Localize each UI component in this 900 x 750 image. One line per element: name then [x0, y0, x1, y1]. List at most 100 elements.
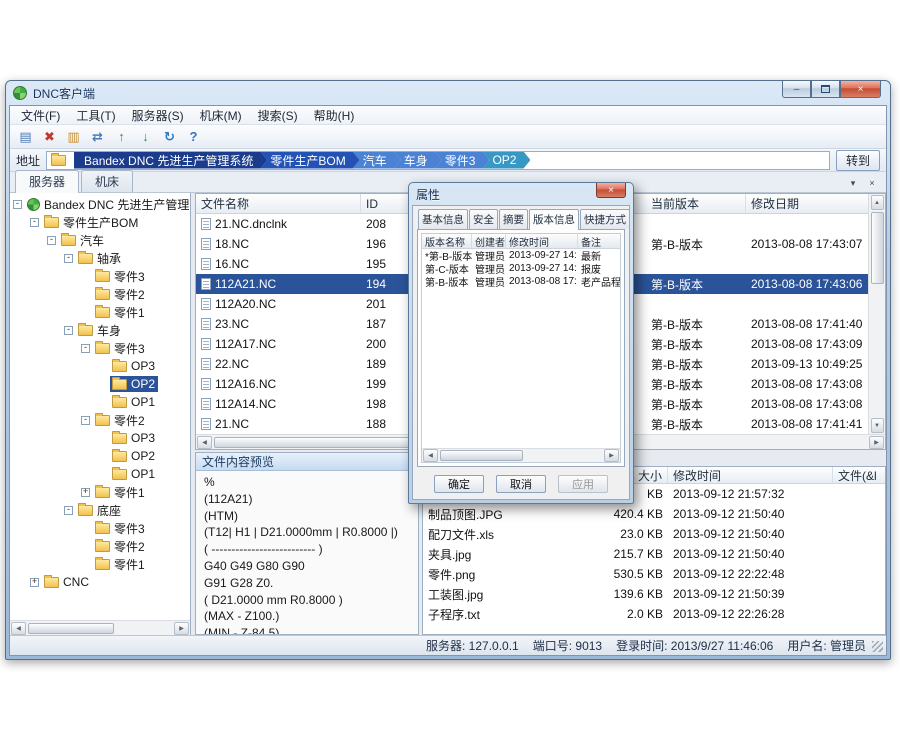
expand-toggle-icon[interactable]	[81, 488, 90, 497]
tree-item[interactable]: 底座	[10, 501, 190, 519]
dialog-tab[interactable]: 基本信息	[418, 209, 468, 229]
tree-item[interactable]: OP3	[10, 429, 190, 447]
breadcrumb-segment[interactable]: 零件生产BOM	[260, 152, 359, 169]
scroll-thumb[interactable]	[871, 212, 884, 284]
dialog-button[interactable]: 确定	[434, 475, 484, 493]
tree-item[interactable]: 零件3	[10, 519, 190, 537]
minimize-button[interactable]: –	[782, 81, 811, 98]
expand-toggle-icon[interactable]	[81, 344, 90, 353]
column-header-date[interactable]: 修改日期	[746, 194, 868, 213]
dialog-tab[interactable]: 版本信息	[529, 209, 579, 230]
tree-item[interactable]: OP2	[10, 447, 190, 465]
attachment-row[interactable]: 子程序.txt 2.0 KB 2013-09-12 22:26:28	[423, 604, 885, 624]
menu-item[interactable]: 帮助(H)	[306, 106, 363, 125]
go-button[interactable]: 转到	[836, 150, 880, 171]
breadcrumb-segment[interactable]: 车身	[394, 152, 442, 169]
view-tab[interactable]: 机床	[81, 170, 133, 192]
tree-item[interactable]: 零件2	[10, 411, 190, 429]
expand-toggle-icon[interactable]	[30, 578, 39, 587]
help-icon[interactable]: ?	[183, 127, 204, 147]
address-field[interactable]: Bandex DNC 先进生产管理系统零件生产BOM汽车车身零件3OP2	[46, 151, 830, 170]
tree-horizontal-scrollbar[interactable]	[10, 620, 190, 635]
tree-item[interactable]: OP2	[10, 375, 190, 393]
view-tab[interactable]: 服务器	[15, 170, 79, 193]
refresh-icon[interactable]: ↻	[159, 127, 180, 147]
tree-item[interactable]: Bandex DNC 先进生产管理系统	[10, 195, 190, 213]
menu-item[interactable]: 工具(T)	[68, 106, 123, 125]
attachment-row[interactable]: 夹具.jpg 215.7 KB 2013-09-12 21:50:40	[423, 544, 885, 564]
tree-item[interactable]: OP1	[10, 465, 190, 483]
expand-toggle-icon[interactable]	[64, 326, 73, 335]
tree-item[interactable]: 零件3	[10, 339, 190, 357]
breadcrumb-segment[interactable]: 零件3	[435, 152, 490, 169]
download-icon[interactable]: ↓	[135, 127, 156, 147]
dialog-tab[interactable]: 快捷方式	[580, 209, 630, 229]
close-button[interactable]: ×	[840, 81, 881, 98]
tree-item[interactable]: 车身	[10, 321, 190, 339]
tree-item[interactable]: 零件1	[10, 303, 190, 321]
expand-toggle-icon[interactable]	[47, 236, 56, 245]
attachment-row[interactable]: 零件.png 530.5 KB 2013-09-12 22:22:48	[423, 564, 885, 584]
version-column-header[interactable]: 修改时间	[506, 234, 578, 248]
column-header-name[interactable]: 文件名称	[196, 194, 361, 213]
dialog-button[interactable]: 取消	[496, 475, 546, 493]
transfer-icon[interactable]: ⇄	[87, 127, 108, 147]
menu-item[interactable]: 文件(F)	[13, 106, 68, 125]
maximize-button[interactable]	[811, 81, 840, 98]
delete-icon[interactable]: ✖	[39, 127, 60, 147]
dialog-close-button[interactable]: ×	[596, 183, 626, 198]
tree-item[interactable]: 零件2	[10, 537, 190, 555]
scroll-thumb[interactable]	[440, 450, 523, 461]
breadcrumb-segment[interactable]: OP2	[482, 152, 530, 169]
column-header-version[interactable]: 当前版本	[646, 194, 746, 213]
scroll-down-icon[interactable]	[871, 418, 884, 433]
expand-toggle-icon[interactable]	[81, 416, 90, 425]
tree-item[interactable]: CNC	[10, 573, 190, 591]
tree-item[interactable]: 零件1	[10, 483, 190, 501]
tree-item[interactable]: OP1	[10, 393, 190, 411]
attachment-row[interactable]: 工装图.jpg 139.6 KB 2013-09-12 21:50:39	[423, 584, 885, 604]
tab-close-icon[interactable]: ×	[865, 176, 879, 190]
scroll-right-icon[interactable]	[174, 622, 189, 635]
dialog-tab[interactable]: 安全	[469, 209, 498, 229]
tree-item[interactable]: 轴承	[10, 249, 190, 267]
scroll-left-icon[interactable]	[11, 622, 26, 635]
expand-toggle-icon[interactable]	[13, 200, 22, 209]
tree-item[interactable]: OP3	[10, 357, 190, 375]
attachment-row[interactable]: 配刀文件.xls 23.0 KB 2013-09-12 21:50:40	[423, 524, 885, 544]
menu-item[interactable]: 机床(M)	[192, 106, 250, 125]
new-program-icon[interactable]: ▤	[15, 127, 36, 147]
tree-item[interactable]: 零件3	[10, 267, 190, 285]
tree-item[interactable]: 零件生产BOM	[10, 213, 190, 231]
breadcrumb-segment[interactable]: 汽车	[353, 152, 401, 169]
file-list-vertical-scrollbar[interactable]	[868, 194, 885, 434]
version-column-header[interactable]: 备注	[578, 234, 620, 248]
resize-grip[interactable]	[872, 641, 883, 652]
menu-item[interactable]: 搜索(S)	[250, 106, 306, 125]
expand-toggle-icon[interactable]	[30, 218, 39, 227]
scroll-left-icon[interactable]	[197, 436, 212, 449]
scroll-up-icon[interactable]	[871, 195, 884, 210]
tree-item[interactable]: 零件2	[10, 285, 190, 303]
scroll-thumb[interactable]	[28, 623, 114, 634]
scroll-right-icon[interactable]	[869, 436, 884, 449]
version-column-header[interactable]: 创建者	[472, 234, 506, 248]
scroll-right-icon[interactable]	[604, 449, 619, 462]
column-header-extra[interactable]: 文件(&l	[833, 467, 885, 483]
version-list-horizontal-scrollbar[interactable]	[422, 448, 620, 462]
export-file-icon[interactable]: ▥	[63, 127, 84, 147]
breadcrumb-segment[interactable]: Bandex DNC 先进生产管理系统	[74, 152, 267, 169]
scroll-left-icon[interactable]	[423, 449, 438, 462]
menu-item[interactable]: 服务器(S)	[124, 106, 192, 125]
dialog-tab[interactable]: 摘要	[499, 209, 528, 229]
tab-dropdown-icon[interactable]: ▾	[846, 176, 860, 190]
expand-toggle-icon[interactable]	[64, 506, 73, 515]
version-column-header[interactable]: 版本名称	[422, 234, 472, 248]
tree-item[interactable]: 零件1	[10, 555, 190, 573]
attachment-row[interactable]: 制品顶图.JPG 420.4 KB 2013-09-12 21:50:40	[423, 504, 885, 524]
version-row[interactable]: 第-B-版本 管理员 2013-08-08 17: 老产品程序	[422, 275, 620, 288]
tree-item[interactable]: 汽车	[10, 231, 190, 249]
dialog-button[interactable]: 应用	[558, 475, 608, 493]
upload-icon[interactable]: ↑	[111, 127, 132, 147]
column-header-time[interactable]: 修改时间	[668, 467, 833, 483]
